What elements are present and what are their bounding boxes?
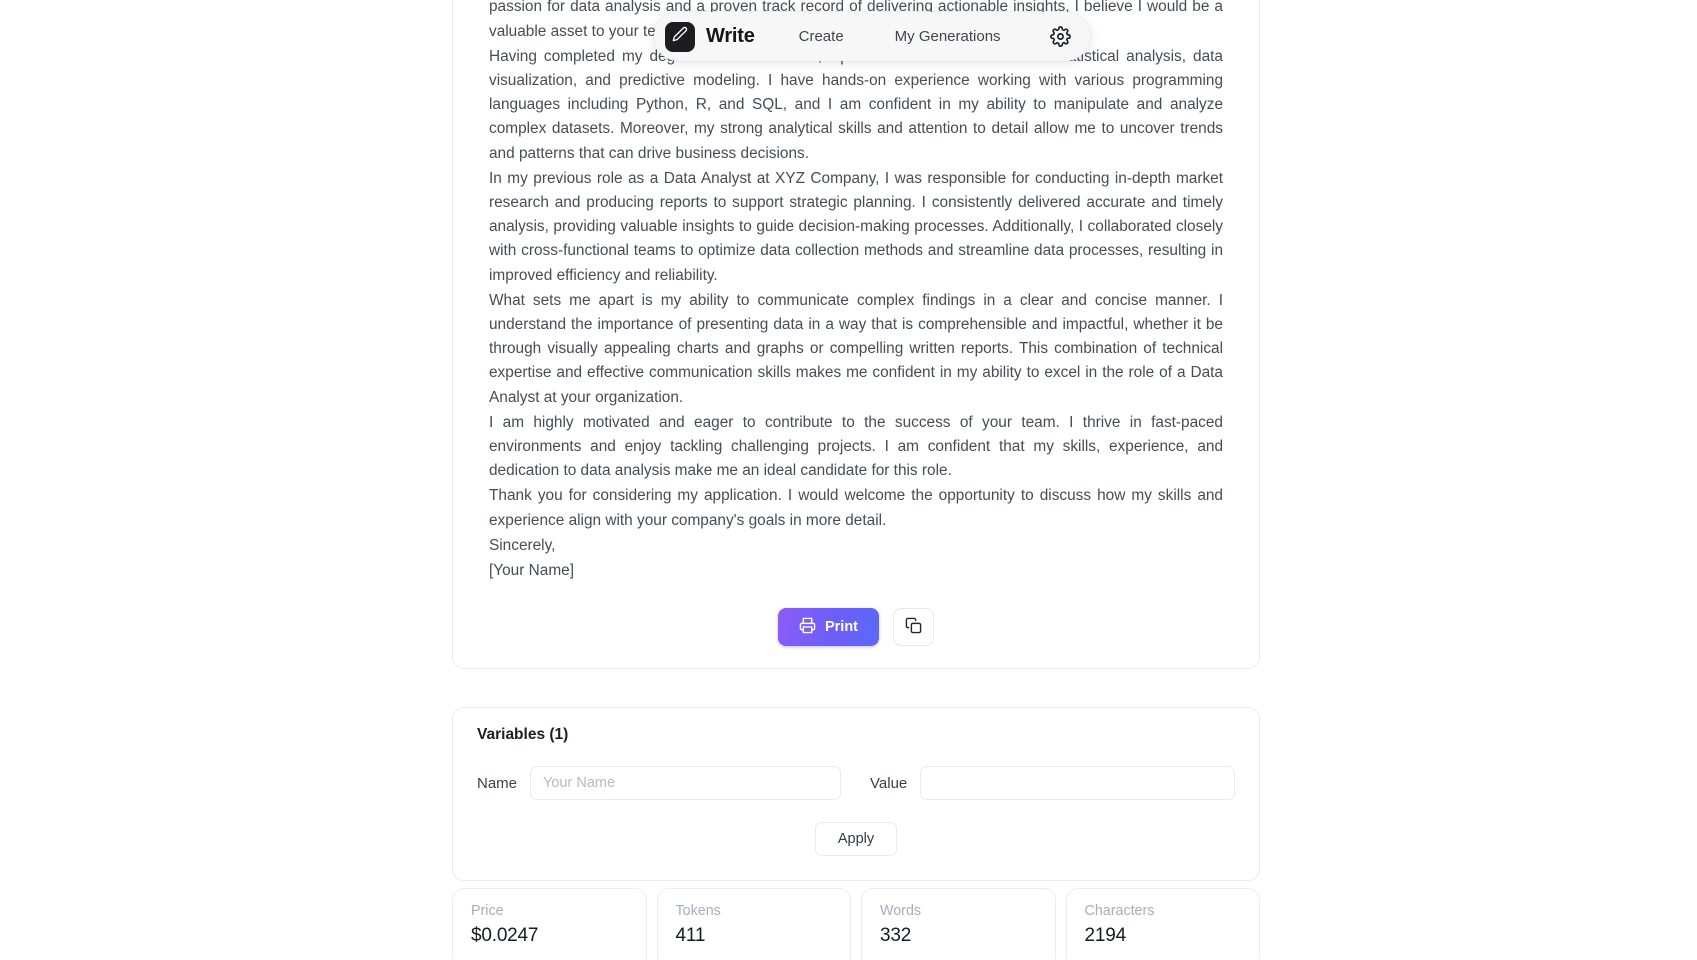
apply-button[interactable]: Apply: [814, 822, 898, 856]
floating-navbar: Write Create My Generations: [654, 12, 1090, 61]
stat-card-characters: Characters 2194: [1065, 888, 1260, 960]
stat-card-price: Price $0.0247: [452, 888, 647, 960]
stat-value: 332: [880, 925, 912, 946]
nav-link-my-generations[interactable]: My Generations: [891, 22, 1005, 51]
letter-paragraph: Having completed my degree in Data Scien…: [489, 47, 1223, 162]
copy-icon: [905, 617, 922, 637]
letter-signoff: Sincerely,: [489, 536, 556, 554]
letter-text: I am writing to express my interest in t…: [471, 0, 1241, 583]
printer-icon: [799, 617, 816, 638]
gear-icon[interactable]: [1050, 26, 1072, 48]
variable-name-label: Name: [477, 774, 518, 792]
variables-title: Variables (1): [477, 726, 569, 743]
variables-card: Variables (1) Name Value Apply: [452, 707, 1260, 881]
letter-paragraph: I am highly motivated and eager to contr…: [489, 413, 1223, 480]
variable-row: Name Value: [477, 766, 1235, 800]
result-actions: Print: [471, 608, 1241, 647]
stat-label: Price: [471, 903, 504, 919]
letter-paragraph: In my previous role as a Data Analyst at…: [489, 169, 1223, 284]
print-button-label: Print: [824, 619, 859, 636]
stat-card-tokens: Tokens 411: [656, 888, 851, 960]
letter-paragraph: What sets me apart is my ability to comm…: [489, 291, 1223, 406]
stat-label: Tokens: [675, 903, 721, 919]
brand-logo[interactable]: [665, 21, 695, 52]
variable-name-input[interactable]: [530, 766, 841, 800]
stat-value: 2194: [1084, 925, 1127, 946]
stats-row: Price $0.0247 Tokens 411 Words 332 Chara…: [452, 888, 1260, 960]
brand-name: Write: [706, 25, 755, 47]
stat-value: 411: [675, 925, 706, 946]
stat-card-words: Words 332: [861, 888, 1056, 960]
variable-value-input[interactable]: [920, 766, 1235, 800]
stat-label: Characters: [1084, 903, 1155, 919]
letter-signature: [Your Name]: [489, 562, 574, 580]
variable-value-label: Value: [870, 774, 908, 792]
app-page: I am writing to express my interest in t…: [0, 0, 1697, 960]
apply-row: Apply: [477, 822, 1235, 856]
stat-label: Words: [880, 903, 922, 919]
copy-button[interactable]: [893, 608, 935, 647]
letter-paragraph: Thank you for considering my application…: [489, 487, 1223, 529]
generation-result-card: I am writing to express my interest in t…: [452, 0, 1260, 670]
print-button[interactable]: Print: [777, 608, 880, 647]
pencil-icon: [672, 26, 688, 47]
nav-link-create[interactable]: Create: [795, 22, 848, 51]
stat-value: $0.0247: [471, 925, 539, 946]
